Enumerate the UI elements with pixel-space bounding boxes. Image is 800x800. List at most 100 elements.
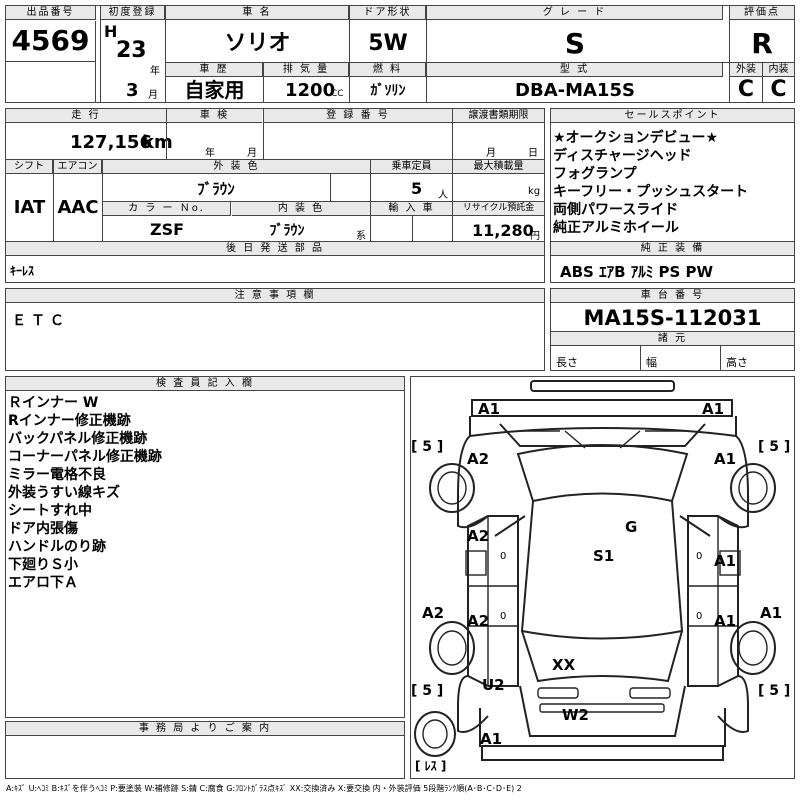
inspector-note: Rインナー修正機跡 [8,413,131,429]
grade-a1-right-front: A1 [714,450,737,468]
roof-outline [520,500,684,640]
month-unit: 月 [148,90,158,101]
divider [640,346,641,370]
sales-item: キーフリー・プッシュスタート [553,184,749,200]
grade-label: グ レ ー ド [427,6,723,20]
parts: ｷｰﾚｽ [10,264,35,278]
divider [53,160,54,241]
person-unit: 人 [438,190,448,201]
front-hood-outline [471,399,733,417]
spare-tire-inner [422,719,448,749]
car-name: ソリオ [224,31,291,56]
transfer-month: 月 [486,148,496,159]
caution-label: 注 意 事 項 欄 [6,289,544,303]
caution-text: ＥＴＣ [12,313,69,329]
first-reg-label: 初度登録 [101,6,165,20]
door-mark: 0 [696,551,703,562]
grade-u2: U2 [482,676,505,694]
inspector-note: ドア内張傷 [8,521,78,537]
chassis-label: 車 台 番 号 [551,289,794,303]
exterior-label: 外装 [730,63,762,77]
history-label: 車 歴 [166,63,263,77]
inspector-note: ミラー電格不良 [8,467,106,483]
inspector-note: 下廻りＳ小 [8,557,78,573]
plate-label: 登 録 番 号 [264,109,452,123]
grade-w2: W2 [562,706,589,724]
displacement: 1200 [285,80,336,101]
sales-item: フォグランプ [553,166,637,182]
door-label: ドア形状 [350,6,426,20]
exterior-score: C [737,77,755,102]
right-door-lines [688,516,738,686]
load-label: 最大積載量 [453,160,544,174]
specs-label: 諸 元 [551,332,794,346]
colorno-label: カ ラ ー Ｎo. [103,202,231,216]
rear-left-tire-inner [437,630,467,666]
transfer-label: 譲渡書類期限 [453,109,544,123]
history: 自家用 [184,78,245,102]
front-right-tire [730,463,776,513]
fuel: ｶﾞｿﾘﾝ [370,83,406,99]
exterior-color: ﾌﾞﾗｳﾝ [197,180,235,198]
sales-item: 両側パワースライド [553,202,679,218]
divider [412,216,413,241]
grade-a1-front-right: A1 [702,400,725,418]
grade-a1-rear-left: A1 [480,730,503,748]
intcolor-label: 内 装 色 [232,202,370,216]
spare-label: [ ﾚｽ ] [415,759,447,773]
windshield-outline [516,444,689,503]
tire-front-left: [ 5 ] [411,439,444,455]
parts-label: 後 日 発 送 部 品 [6,242,544,256]
grade-xx: XX [552,656,576,674]
import-label: 輸 入 車 [371,202,452,216]
grade-a1-right-side: A1 [760,604,783,622]
inspector-label: 検 査 員 記 入 欄 [6,377,404,391]
sales-item: ★オークションデビュー★ [553,130,719,146]
km-unit: km [142,132,173,153]
legend: A:ｷｽﾞ U:ﾍｺﾐ B:ｷｽﾞを伴うﾍｺﾐ P:要塗装 W:補修跡 S:錆 … [6,784,522,793]
grade-s1: S1 [593,547,615,565]
front-bumper-outline [530,380,675,392]
grade-a1-right-rear-door: A1 [714,612,737,630]
spare-tire [414,711,456,757]
office-label: 事 務 局 よ り ご 案 内 [6,722,404,736]
sales-label: セールスポイント [551,109,794,123]
interior-score: C [770,77,787,102]
tire-rear-right: [ 5 ] [758,683,791,699]
right-side-outline [687,515,739,687]
divider [330,174,331,201]
grade-a2-left-side: A2 [422,604,445,622]
divider [263,62,264,102]
rear-right-tire-inner [738,630,768,666]
door-mark: 0 [500,551,507,562]
score: R [751,27,773,60]
divider [349,6,350,62]
shift-label: シフト [6,160,53,174]
inspector-note: ハンドルのり跡 [8,539,106,555]
interior-label: 内装 [763,63,794,77]
mileage: 127,156 [70,132,152,153]
rear-bumper-outline [479,708,726,747]
front-left-tire [429,463,475,513]
grade-a1-right-door: A1 [714,552,737,570]
grade-a1-front-left: A1 [478,400,501,418]
ac-label: エアコン [54,160,102,174]
door-mark: 0 [696,611,703,622]
inspector-note: Ｒインナー W [8,395,99,411]
lot-lower-cell [6,61,96,102]
inspector-note: 外装うすい線キズ [8,485,120,501]
lot-number: 4569 [6,21,96,61]
equip-label: 純 正 装 備 [551,242,794,256]
mileage-label: 走 行 [6,109,166,123]
shift: IAT [13,197,46,218]
capacity: 5 [411,179,423,198]
rear-bumper-bottom [481,746,724,761]
tire-front-right: [ 5 ] [758,439,791,455]
tire-rear-left: [ 5 ] [411,683,444,699]
inspector-note: バックパネル修正機跡 [8,431,148,447]
fuel-label: 燃 料 [350,63,426,77]
spec-length: 長さ [556,356,578,369]
chassis-number: MA15S-112031 [583,306,762,330]
pillar-line [494,515,711,537]
model: DBA-MA15S [515,80,635,101]
